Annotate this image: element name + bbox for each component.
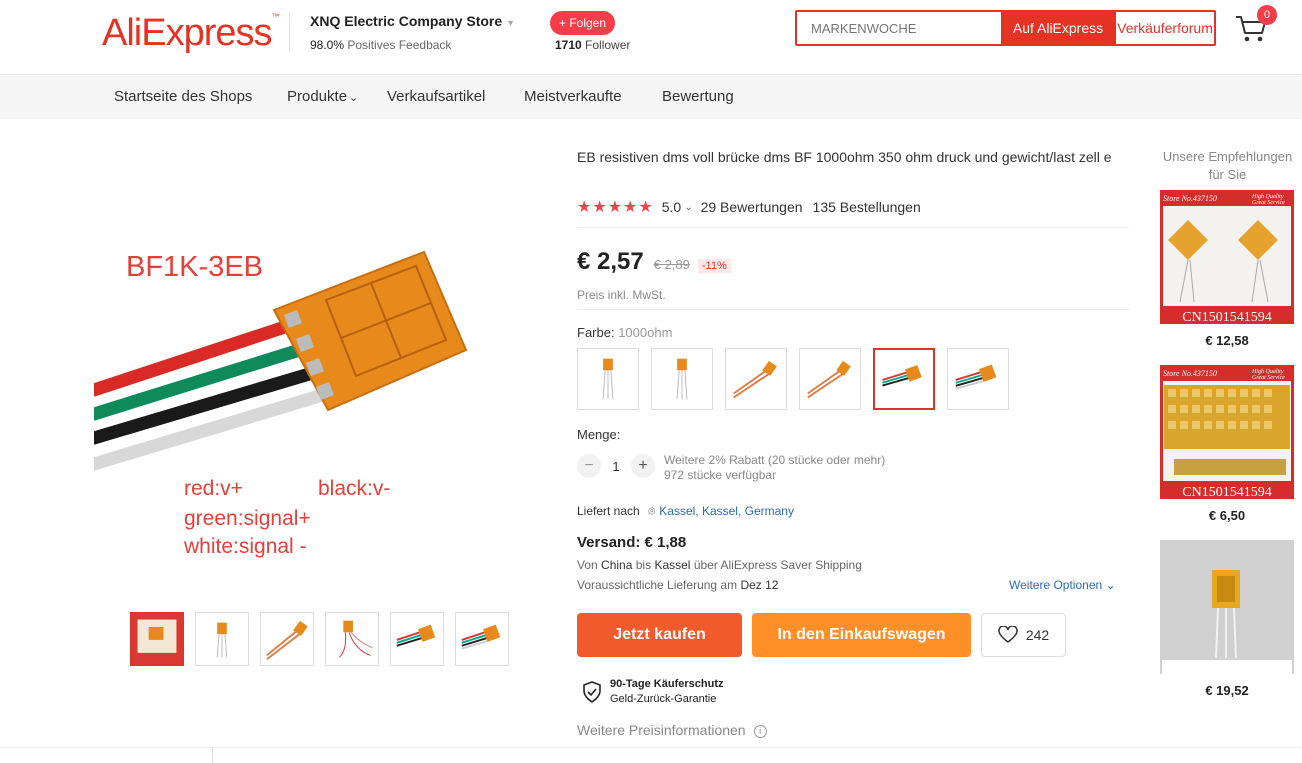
recommendation-price: € 19,52: [1205, 683, 1249, 698]
image-label-white: white:signal -: [183, 535, 307, 558]
recommendation-price: € 12,58: [1205, 333, 1249, 348]
color-swatch[interactable]: [799, 348, 861, 410]
rating-value[interactable]: 5.0: [662, 199, 681, 215]
nav-item-home[interactable]: Startseite des Shops: [114, 88, 252, 105]
recommendation-image: Store No.437150 High Quality Great Servi…: [1160, 190, 1294, 325]
buyer-protection: 90-Tage Käuferschutz Geld-Zurück-Garantie: [582, 677, 724, 707]
more-price-info[interactable]: Weitere Preisinformationen i: [577, 722, 767, 738]
color-label: Farbe: 1000ohm: [577, 325, 673, 340]
search-aliexpress-button[interactable]: Auf AliExpress: [1001, 12, 1115, 44]
quantity-stepper: − 1 +: [577, 454, 655, 478]
wishlist-button[interactable]: 242: [981, 613, 1066, 657]
quantity-increase-button[interactable]: +: [631, 454, 655, 478]
nav-item-bestsellers[interactable]: Meistverkaufte: [524, 88, 622, 105]
chevron-down-icon: ⌄: [1105, 578, 1116, 592]
color-swatch[interactable]: [651, 348, 713, 410]
thumbnail[interactable]: [455, 612, 509, 666]
image-label-red: red:v+: [184, 477, 243, 500]
chevron-down-icon: ⌄: [684, 201, 693, 213]
price-row: € 2,57 € 2,89 -11%: [577, 248, 731, 276]
ships-to: Liefert nach ⌾ Kassel, Kassel, Germany: [577, 504, 794, 518]
original-price: € 2,89: [653, 257, 690, 272]
divider: [577, 227, 1129, 228]
svg-text:Great Service: Great Service: [1252, 375, 1285, 381]
site-header: AliExpress™ XNQ Electric Company Store ▼ …: [0, 0, 1302, 75]
divider: [0, 747, 1302, 748]
thumbnail[interactable]: [195, 612, 249, 666]
product-title: EB resistiven dms voll brücke dms BF 100…: [577, 149, 1112, 165]
recommendation-price: € 6,50: [1208, 508, 1246, 523]
order-count: 135 Bestellungen: [812, 199, 921, 215]
color-swatch[interactable]: [947, 348, 1009, 410]
vat-note: Preis inkl. MwSt.: [577, 288, 666, 302]
quantity-value[interactable]: 1: [601, 459, 631, 474]
nav-item-reviews[interactable]: Bewertung: [662, 88, 734, 105]
buy-now-button[interactable]: Jetzt kaufen: [577, 613, 742, 657]
shield-check-icon: [583, 681, 601, 703]
star-rating-icon: ★★★★★: [577, 199, 654, 216]
chevron-down-icon: ⌄: [349, 92, 359, 104]
quantity-info: Weitere 2% Rabatt (20 stücke oder mehr) …: [664, 453, 886, 482]
nav-item-sale[interactable]: Verkaufsartikel: [387, 88, 485, 105]
location-pin-icon: ⌾: [648, 504, 656, 518]
thumbnail[interactable]: [260, 612, 314, 666]
color-swatch[interactable]: [577, 348, 639, 410]
image-label-green: green:signal+: [184, 507, 311, 530]
svg-text:Store No.437150: Store No.437150: [1163, 194, 1217, 203]
color-swatches: [577, 348, 1009, 410]
heart-icon: [998, 626, 1018, 643]
recommendation-image: [1160, 540, 1294, 674]
quantity-decrease-button[interactable]: −: [577, 454, 601, 478]
follower-count: 1710 Follower: [555, 38, 631, 52]
review-count[interactable]: 29 Bewertungen: [701, 199, 803, 215]
recommendation-item[interactable]: Store No.437150 High Quality Great Servi…: [1160, 190, 1294, 348]
ships-to-location[interactable]: Kassel, Kassel, Germany: [659, 504, 794, 518]
search-input[interactable]: [797, 12, 1001, 44]
delivery-estimate: Voraussichtliche Lieferung am Dez 12: [577, 578, 779, 592]
seller-forum-button[interactable]: Verkäuferforum: [1115, 12, 1214, 44]
color-swatch-selected[interactable]: [873, 348, 935, 410]
recommendation-item[interactable]: € 19,52: [1160, 540, 1294, 698]
thumbnail[interactable]: [390, 612, 444, 666]
wishlist-count: 242: [1025, 627, 1050, 643]
store-feedback: 98.0% Positives Feedback: [310, 38, 452, 52]
chevron-down-icon: ▼: [506, 18, 516, 28]
svg-text:CN1501541594: CN1501541594: [1182, 485, 1271, 499]
header-divider: [289, 12, 290, 52]
divider: [212, 747, 213, 763]
image-model-label: BF1K-3EB: [126, 251, 263, 283]
recommendations-title: Unsere Empfehlungen für Sie: [1162, 149, 1293, 182]
color-swatch[interactable]: [725, 348, 787, 410]
add-to-cart-button[interactable]: In den Einkaufswagen: [752, 613, 971, 657]
current-price: € 2,57: [577, 248, 644, 275]
recommendation-item[interactable]: Store No.437150 High Quality Great Servi…: [1160, 365, 1294, 523]
cart-count-badge: 0: [1257, 5, 1277, 25]
store-name[interactable]: XNQ Electric Company Store ▼: [310, 13, 515, 29]
recommendation-image: Store No.437150 High Quality Great Servi…: [1160, 365, 1294, 500]
nav-item-products[interactable]: Produkte ⌄: [287, 88, 358, 105]
svg-text:CN1501541594: CN1501541594: [1182, 310, 1271, 324]
shipping-cost: Versand: € 1,88: [577, 534, 687, 551]
search-bar: Auf AliExpress Verkäuferforum: [795, 10, 1216, 46]
svg-text:Great Service: Great Service: [1252, 200, 1285, 206]
discount-badge: -11%: [697, 259, 731, 273]
more-shipping-options-link[interactable]: Weitere Optionen ⌄: [1009, 578, 1116, 592]
thumbnail[interactable]: [325, 612, 379, 666]
rating-row: ★★★★★ 5.0 ⌄ 29 Bewertungen 135 Bestellun…: [577, 197, 921, 217]
svg-text:Store No.437150: Store No.437150: [1163, 369, 1217, 378]
info-icon: i: [753, 725, 767, 738]
image-label-black: black:v-: [318, 477, 390, 500]
shipping-route: Von China bis Kassel über AliExpress Sav…: [577, 558, 862, 572]
quantity-label: Menge:: [577, 427, 621, 442]
store-nav: Startseite des Shops Produkte ⌄ Verkaufsa…: [0, 75, 1302, 119]
thumbnail-strip: [130, 612, 509, 666]
thumbnail[interactable]: [130, 612, 184, 666]
main-product-image[interactable]: BF1K-3EB red:v+ black:v- green:signal+ w…: [94, 140, 534, 580]
divider: [577, 309, 1129, 310]
aliexpress-logo[interactable]: AliExpress™: [102, 12, 280, 55]
follow-button[interactable]: + Folgen: [550, 11, 616, 35]
